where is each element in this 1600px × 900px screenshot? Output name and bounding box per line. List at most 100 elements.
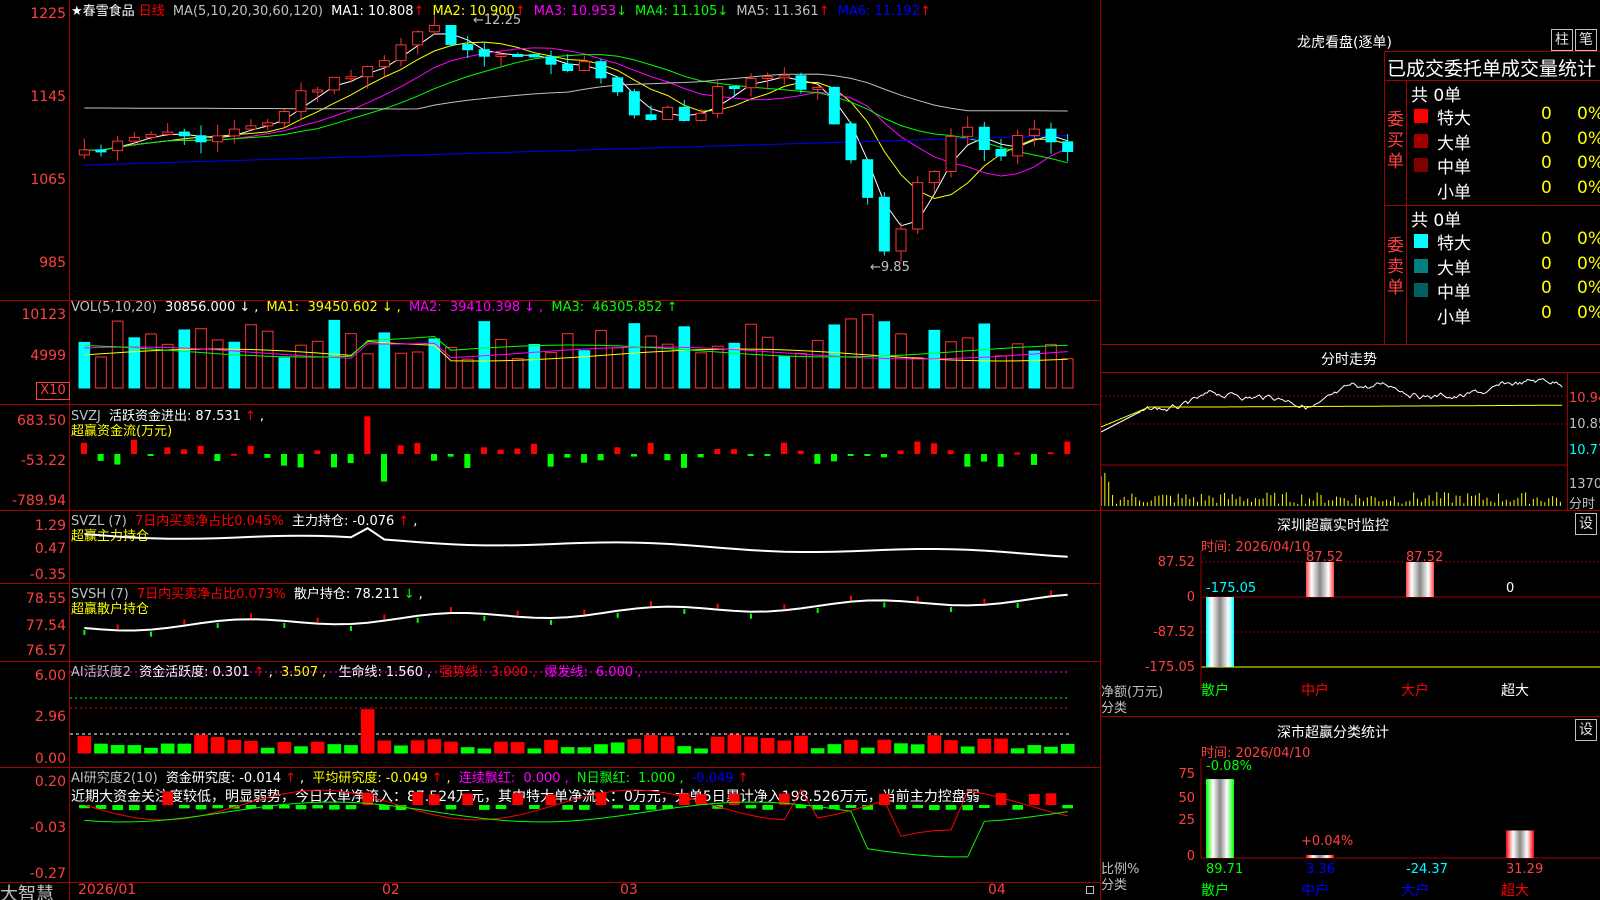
bar-mode-button[interactable]: 柱: [1551, 29, 1573, 51]
ai1-chart[interactable]: [70, 661, 1100, 767]
date-axis-mar: 03: [620, 882, 638, 898]
ai2-bar: [1045, 793, 1057, 805]
svzj-bar: [431, 454, 437, 461]
sz-category-chart[interactable]: 75 50 25 0 89.71 3.36 -24.37 31.29 -0.08% +0.04% 散…: [1101, 758, 1600, 900]
date-axis-feb: 02: [382, 882, 400, 898]
ai2-bar: [145, 805, 157, 811]
sz-bar: [1306, 562, 1334, 597]
buy-row-pct: 0%: [1577, 128, 1600, 149]
vol-bar: [345, 333, 357, 389]
vol-bar: [178, 329, 191, 389]
vol-bar: [378, 332, 391, 389]
candle: [845, 123, 857, 161]
cl-category-label: 大户: [1401, 882, 1429, 899]
sz-value-label: 87.52: [1406, 550, 1443, 565]
candle: [528, 54, 540, 58]
ai2-bar: [1029, 793, 1040, 805]
svzj-bar: [1064, 441, 1071, 454]
svzl-axis-3: -0.35: [29, 567, 66, 583]
ai2-bar: [979, 805, 990, 809]
cl-bottom-label: 3.36: [1306, 862, 1335, 877]
sell-color-swatch: [1414, 234, 1428, 248]
main-chart-area[interactable]: ★春雪食品 日线 MA(5,10,20,30,60,120) MA1: 10.80…: [0, 0, 1100, 900]
svzj-bar: [631, 454, 637, 457]
candle: [278, 111, 290, 124]
ai1-bar: [310, 741, 325, 754]
svsh-axis-1: 78.55: [25, 591, 66, 607]
vol-bar: [78, 341, 91, 389]
cl-bar: [1506, 830, 1534, 858]
svsh-tick: [150, 631, 152, 637]
ai1-bar: [960, 746, 975, 754]
ai1-bar: [527, 748, 542, 754]
candle: [395, 44, 407, 62]
intraday-chart[interactable]: [1101, 372, 1567, 510]
lock-icon[interactable]: [1086, 886, 1094, 894]
sz-settings-button[interactable]: 设: [1575, 513, 1597, 535]
buy-color-swatch: [1414, 109, 1428, 123]
vol-bar: [695, 352, 707, 389]
separator: [1101, 510, 1600, 511]
candle: [128, 136, 140, 142]
svsh-tick: [183, 619, 186, 625]
fs-axis-2: 10.85: [1569, 417, 1600, 432]
cl-settings-button[interactable]: 设: [1575, 719, 1597, 741]
right-panel: 龙虎看盘(逐单) 柱 笔 已成交委托单成交量统计 委买单 委卖单 共 0单 共 …: [1100, 0, 1600, 900]
ai2-chart[interactable]: [70, 767, 1100, 882]
volume-chart[interactable]: [70, 300, 1100, 404]
svsh-chart[interactable]: [70, 583, 1100, 661]
ai2-bar: [745, 805, 757, 809]
svzj-axis-2: -53.22: [20, 453, 66, 469]
sz-bar: [1206, 597, 1234, 667]
ai1-bar: [927, 735, 942, 754]
ai2-bar: [445, 805, 457, 810]
cl-bar: [1206, 779, 1234, 858]
vol-bar: [745, 323, 757, 389]
sz-monitor-chart[interactable]: 87.52 0 -87.52 -175.05 -175.05 87.52 87.52 0 散户 中…: [1101, 550, 1600, 720]
vol-unit-badge[interactable]: X10: [36, 382, 70, 400]
candle: [762, 76, 774, 80]
sell-row-name: 大单: [1437, 258, 1471, 279]
vol-bar: [145, 333, 157, 389]
svzj-bar: [381, 454, 387, 482]
ai2-bar: [345, 805, 357, 810]
tick-mode-button[interactable]: 笔: [1575, 29, 1597, 51]
ai1-bar: [577, 747, 592, 754]
cl-axis-label: 0: [1187, 849, 1195, 864]
candle: [778, 75, 790, 79]
cl-axis-label: 75: [1178, 767, 1195, 782]
vol-bar: [445, 346, 457, 389]
ai1-bar: [560, 747, 575, 754]
ai2-bar: [312, 805, 323, 809]
vol-bar: [895, 333, 907, 389]
svzj-bar: [397, 445, 404, 454]
svzj-bar: [231, 453, 237, 456]
vol-axis-1: 10123: [21, 307, 66, 323]
svzl-chart[interactable]: [70, 510, 1100, 583]
ai2-bar: [112, 805, 123, 810]
candle: [328, 76, 340, 91]
ai1-bar: [777, 740, 792, 754]
svzj-bar: [81, 442, 87, 454]
sell-color-swatch: [1414, 307, 1428, 322]
ai1-bar: [460, 747, 475, 754]
ai1-bar: [144, 747, 158, 754]
ai1-bar: [160, 743, 175, 754]
candlestick-chart[interactable]: [70, 0, 1100, 300]
sell-row-count: 0: [1541, 253, 1552, 274]
vol-bar: [778, 356, 791, 389]
svsh-tick: [283, 622, 286, 628]
svzj-bar: [331, 454, 337, 468]
candle: [345, 76, 357, 80]
svzj-bar: [964, 454, 971, 467]
svsh-tick: [950, 607, 952, 613]
ai1-bar: [594, 744, 608, 754]
svzj-chart[interactable]: [70, 404, 1100, 510]
vol-bar: [811, 340, 824, 389]
candle: [862, 159, 874, 198]
svzj-bar: [114, 454, 121, 465]
ai2-bar: [195, 805, 207, 810]
svzj-bar: [681, 454, 687, 468]
candle: [662, 106, 674, 120]
candle: [495, 53, 507, 57]
